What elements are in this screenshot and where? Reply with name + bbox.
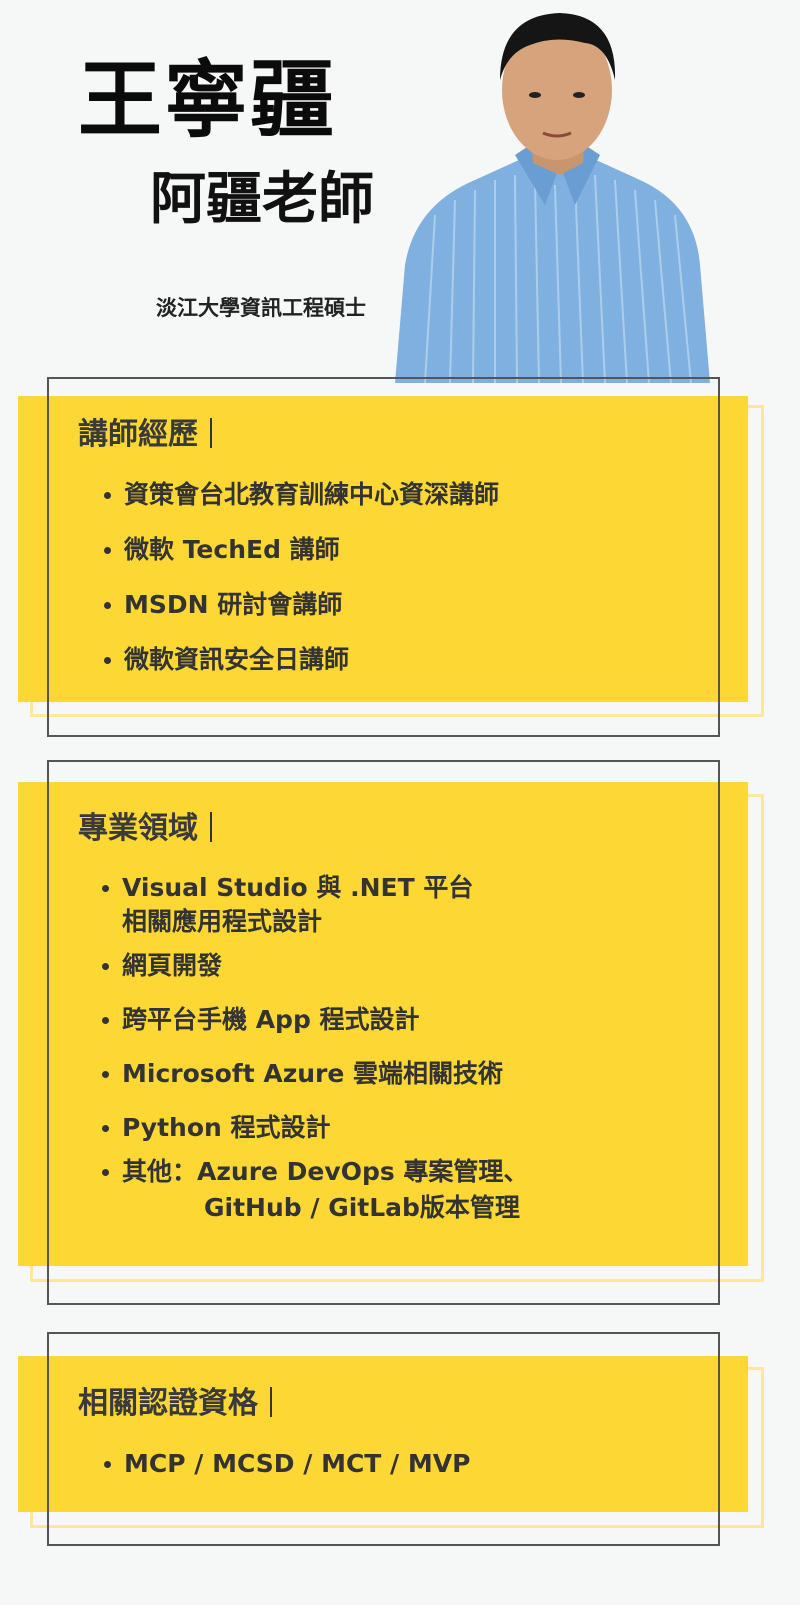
list-item: Microsoft Azure 雲端相關技術 [101,1054,528,1094]
certifications-list: MCP / MCSD / MCT / MVP [103,1444,470,1484]
instructor-nickname: 阿疆老師 [150,167,374,232]
list-item: 跨平台手機 App 程式設計 [101,1000,528,1040]
list-item: MCP / MCSD / MCT / MVP [103,1444,470,1484]
list-item: MSDN 研討會講師 [103,585,499,625]
experience-list: 資策會台北教育訓練中心資深講師 微軟 TechEd 講師 MSDN 研討會講師 … [103,475,499,680]
list-item-line: Visual Studio 與 .NET 平台 [122,873,474,902]
list-item: 微軟資訊安全日講師 [103,640,499,680]
title-divider [270,1387,272,1417]
instructor-name: 王寧疆 [78,51,337,149]
section-title-text: 相關認證資格 [78,1386,258,1421]
title-divider [210,812,212,842]
title-divider [210,418,212,448]
section-title-text: 專業領域 [78,811,198,846]
section-title: 講師經歷 [78,418,212,450]
profile-page: 王寧疆 阿疆老師 淡江大學資訊工程碩士 講師經歷 資策會台北教育訓練中心資深講師… [0,0,800,1605]
section-title-text: 講師經歷 [78,417,198,452]
list-item-line: 其他：Azure DevOps 專案管理、 [122,1156,529,1186]
list-item: 資策會台北教育訓練中心資深講師 [103,475,499,515]
list-item-line: 相關應用程式設計 [122,907,323,936]
expertise-list: Visual Studio 與 .NET 平台 相關應用程式設計 網頁開發 跨平… [101,868,529,1225]
section-frame [47,1332,720,1546]
list-item: Visual Studio 與 .NET 平台 相關應用程式設計 [101,868,528,936]
person-portrait-icon [395,5,715,383]
instructor-degree: 淡江大學資訊工程碩士 [156,296,366,320]
section-title: 相關認證資格 [78,1387,272,1419]
list-item: 其他：Azure DevOps 專案管理、 GitHub / GitLab版本管… [101,1152,529,1225]
section-title: 專業領域 [78,812,212,844]
list-item: 網頁開發 [101,946,528,986]
list-item-line: GitHub / GitLab版本管理 [204,1192,520,1222]
list-item: Python 程式設計 [101,1108,528,1148]
list-item: 微軟 TechEd 講師 [103,530,499,570]
